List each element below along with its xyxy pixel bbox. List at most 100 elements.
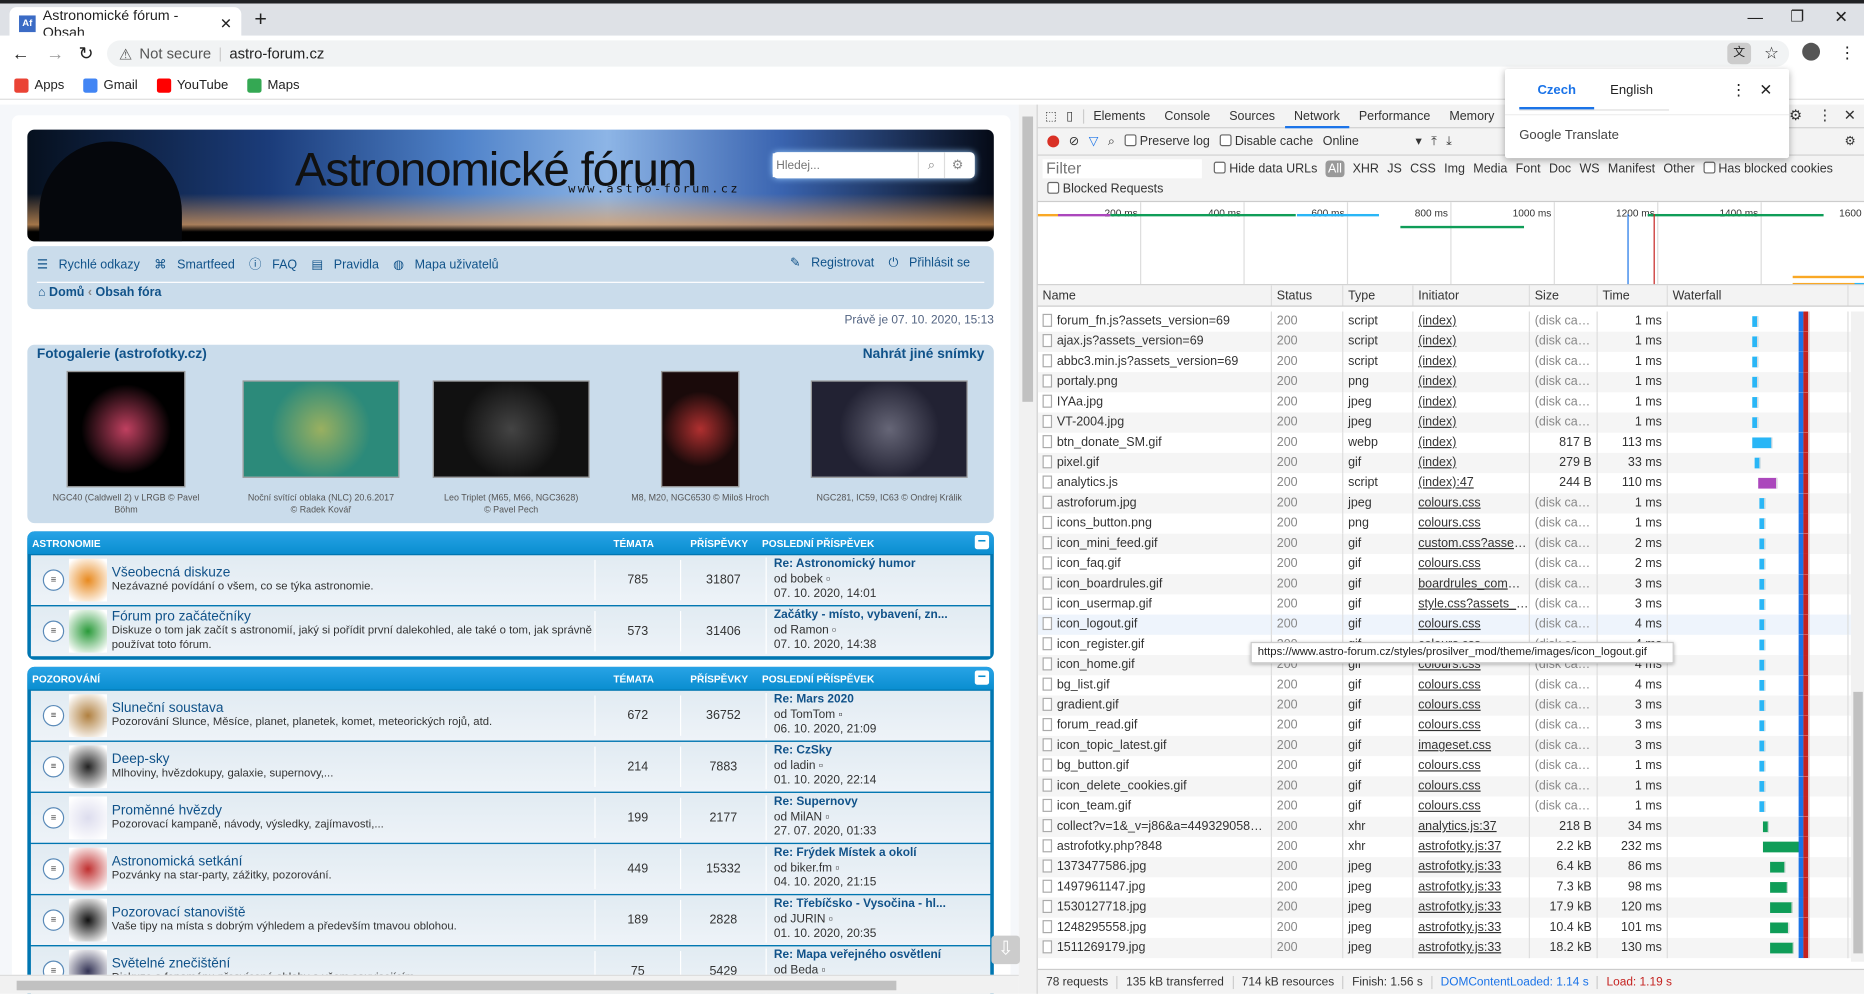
nav-link-3[interactable]: ▤ Pravidla [311, 258, 386, 272]
request-initiator[interactable]: colours.css [1413, 493, 1530, 514]
gallery-item[interactable]: NGC40 (Caldwell 2) v LRGB © Pavel Böhm [43, 370, 209, 516]
gallery-item[interactable]: Leo Triplet (M65, M66, NGC3628) © Pavel … [428, 371, 594, 516]
last-post-author[interactable]: od biker.fm [774, 861, 832, 874]
request-name[interactable]: icons_button.png [1038, 513, 1272, 534]
network-settings-icon[interactable]: ⚙ [1844, 134, 1855, 148]
last-post-author[interactable]: od bobek [774, 572, 823, 585]
request-initiator[interactable]: (index) [1413, 432, 1530, 453]
request-initiator[interactable]: (index) [1413, 331, 1530, 352]
request-row[interactable]: forum_read.gif 200 gif colours.css (disk cac… [1038, 715, 1851, 736]
request-row[interactable]: 1497961147.jpg 200 jpeg astrofotky.js:33 7.3… [1038, 877, 1851, 898]
request-initiator[interactable]: (index):47 [1413, 473, 1530, 494]
request-name[interactable]: IYAa.jpg [1038, 392, 1272, 413]
translate-options-icon[interactable]: ⋮ [1731, 81, 1746, 100]
reload-icon[interactable]: ↻ [78, 43, 93, 64]
network-overview[interactable]: 200 ms 400 ms 600 ms 800 ms 1000 ms 1200 ms 14… [1037, 202, 1864, 286]
request-initiator[interactable]: astrofotky.js:33 [1413, 877, 1530, 898]
request-row[interactable]: 1373477586.jpg 200 jpeg astrofotky.js:33 6.4… [1037, 857, 1851, 878]
request-initiator[interactable]: astrofotky.js:33 [1413, 937, 1530, 959]
request-initiator[interactable]: colours.css [1413, 756, 1530, 777]
last-post-title[interactable]: Re: Třebíčsko - Vysočina - hl... [774, 898, 946, 911]
request-row[interactable]: 1511269179.jpg 200 jpeg astrofotky.js:33 18.… [1037, 937, 1851, 959]
request-row[interactable]: icon_faq.gif 200 gif colours.css (disk cache… [1038, 553, 1851, 575]
request-initiator[interactable]: (index) [1413, 311, 1530, 332]
request-initiator[interactable]: colours.css [1413, 796, 1530, 817]
bookmark-maps[interactable]: Maps [247, 77, 300, 93]
search-input[interactable] [772, 153, 918, 178]
request-row[interactable]: 1248295558.jpg 200 jpeg astrofotky.js:33 10.… [1038, 917, 1851, 938]
login-link[interactable]: ⏻ Přihlásit se [889, 256, 978, 270]
request-name[interactable]: icon_team.gif [1038, 796, 1272, 817]
nav-link-2[interactable]: ⓘ FAQ [249, 258, 304, 272]
request-name[interactable]: icon_faq.gif [1038, 553, 1272, 575]
view-latest-icon[interactable]: ▫ [816, 759, 823, 772]
gallery-title[interactable]: Fotogalerie (astrofotky.cz) [37, 347, 207, 361]
category-title[interactable]: POZOROVÁNÍ [32, 672, 591, 684]
request-name[interactable]: forum_fn.js?assets_version=69 [1038, 311, 1272, 332]
type-filter-media[interactable]: Media [1473, 162, 1507, 176]
request-row[interactable]: astroforum.jpg 200 jpeg colours.css (disk ca… [1037, 493, 1851, 514]
gallery-item[interactable]: Noční svítící oblaka (NLC) 20.6.2017 © R… [238, 371, 404, 516]
last-post-author[interactable]: od MilAN [774, 810, 822, 823]
request-initiator[interactable]: colours.css [1413, 553, 1530, 575]
blocked-requests-checkbox[interactable]: Blocked Requests [1047, 181, 1163, 196]
settings-icon[interactable]: ⚙ [1789, 107, 1802, 124]
request-row[interactable]: portaly.png 200 png (index) (disk cache) 1 ms [1037, 372, 1851, 393]
breadcrumb-index[interactable]: Obsah fóra [96, 285, 162, 299]
request-name[interactable]: 1373477586.jpg [1038, 857, 1272, 878]
request-name[interactable]: btn_donate_SM.gif [1038, 432, 1272, 453]
request-initiator[interactable]: colours.css [1413, 675, 1530, 696]
omnibox[interactable]: ⚠ Not secure | astro-forum.cz [106, 40, 1790, 67]
request-name[interactable]: icon_delete_cookies.gif [1038, 776, 1272, 797]
forum-title[interactable]: Pozorovací stanoviště [112, 906, 595, 920]
request-initiator[interactable]: colours.css [1413, 614, 1530, 635]
view-latest-icon[interactable]: ▫ [832, 861, 839, 874]
column-waterfall[interactable]: Waterfall [1668, 285, 1849, 306]
nav-link-0[interactable]: ☰ Rychlé odkazy [37, 258, 147, 272]
request-initiator[interactable]: style.css?assets_ver... [1413, 594, 1530, 615]
request-name[interactable]: bg_list.gif [1038, 675, 1272, 696]
request-name[interactable]: icon_mini_feed.gif [1038, 533, 1272, 554]
column-size[interactable]: Size [1530, 285, 1598, 306]
request-initiator[interactable]: (index) [1413, 412, 1530, 433]
disable-cache-checkbox[interactable]: Disable cache [1219, 134, 1313, 149]
column-time[interactable]: Time [1598, 285, 1668, 306]
request-name[interactable]: icon_logout.gif [1038, 614, 1272, 635]
forum-title[interactable]: Proměnné hvězdy [112, 804, 595, 818]
type-filter-css[interactable]: CSS [1410, 162, 1436, 176]
view-latest-icon[interactable]: ▫ [822, 810, 829, 823]
bookmark-youtube[interactable]: YouTube [156, 77, 228, 93]
category-title[interactable]: ASTRONOMIE [32, 537, 591, 549]
request-row[interactable]: abbc3.min.js?assets_version=69 200 script (… [1038, 351, 1851, 373]
type-filter-js[interactable]: JS [1387, 162, 1402, 176]
gallery-item[interactable]: NGC281, IC59, IC63 © Ondrej Králik [806, 371, 972, 504]
request-name[interactable]: icon_register.gif [1038, 634, 1272, 656]
request-name[interactable]: 1497961147.jpg [1038, 877, 1272, 898]
close-devtools-icon[interactable]: ✕ [1844, 107, 1856, 124]
filter-input[interactable] [1042, 159, 1202, 179]
bookmark-apps[interactable]: Apps [14, 77, 64, 93]
request-name[interactable]: icon_boardrules.gif [1038, 574, 1272, 595]
gallery-thumbnail[interactable] [660, 370, 740, 488]
column-initiator[interactable]: Initiator [1413, 285, 1530, 306]
request-name[interactable]: pixel.gif [1038, 452, 1272, 474]
request-initiator[interactable]: (index) [1413, 351, 1530, 373]
request-name[interactable]: 1530127718.jpg [1038, 897, 1272, 918]
request-name[interactable]: icon_home.gif [1038, 655, 1272, 676]
gallery-upload-link[interactable]: Nahrát jiné snímky [863, 347, 985, 361]
translate-close-icon[interactable]: ✕ [1759, 81, 1772, 100]
request-row[interactable]: icons_button.png 200 png colours.css (disk c… [1038, 513, 1851, 534]
gear-icon[interactable]: ⚙ [943, 152, 970, 179]
type-filter-ws[interactable]: WS [1579, 162, 1599, 176]
request-initiator[interactable]: imageset.css [1413, 735, 1530, 757]
devtools-tab-performance[interactable]: Performance [1349, 104, 1439, 128]
request-initiator[interactable]: astrofotky.js:33 [1413, 897, 1530, 918]
request-row[interactable]: ajax.js?assets_version=69 200 script (index… [1037, 331, 1851, 352]
request-row[interactable]: icon_boardrules.gif 200 gif boardrules_comm… [1037, 574, 1851, 595]
browser-tab[interactable]: Af Astronomické fórum - Obsah ✕ [9, 7, 242, 40]
more-icon[interactable]: ⋮ [1818, 107, 1832, 124]
translate-tab-czech[interactable]: Czech [1519, 81, 1595, 110]
inspect-icon[interactable]: ⬚ [1038, 109, 1064, 123]
last-post-author[interactable]: od Ramon [774, 624, 829, 637]
request-name[interactable]: icon_topic_latest.gif [1038, 735, 1272, 757]
